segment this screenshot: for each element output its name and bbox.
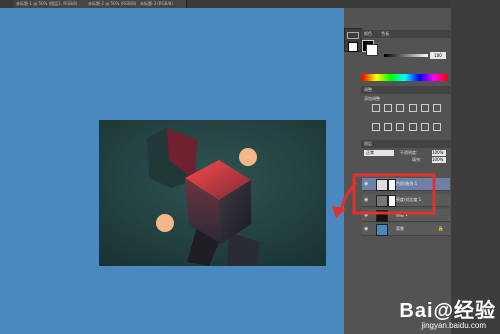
watermark: Bai@经验 jingyan.baidu.com [376, 290, 496, 330]
watermark-url: jingyan.baidu.com [421, 321, 486, 330]
annotation-overlay [332, 173, 436, 218]
highlight-box [352, 173, 436, 215]
watermark-text: Bai@经验 [399, 300, 496, 322]
arrow-head [332, 206, 346, 218]
